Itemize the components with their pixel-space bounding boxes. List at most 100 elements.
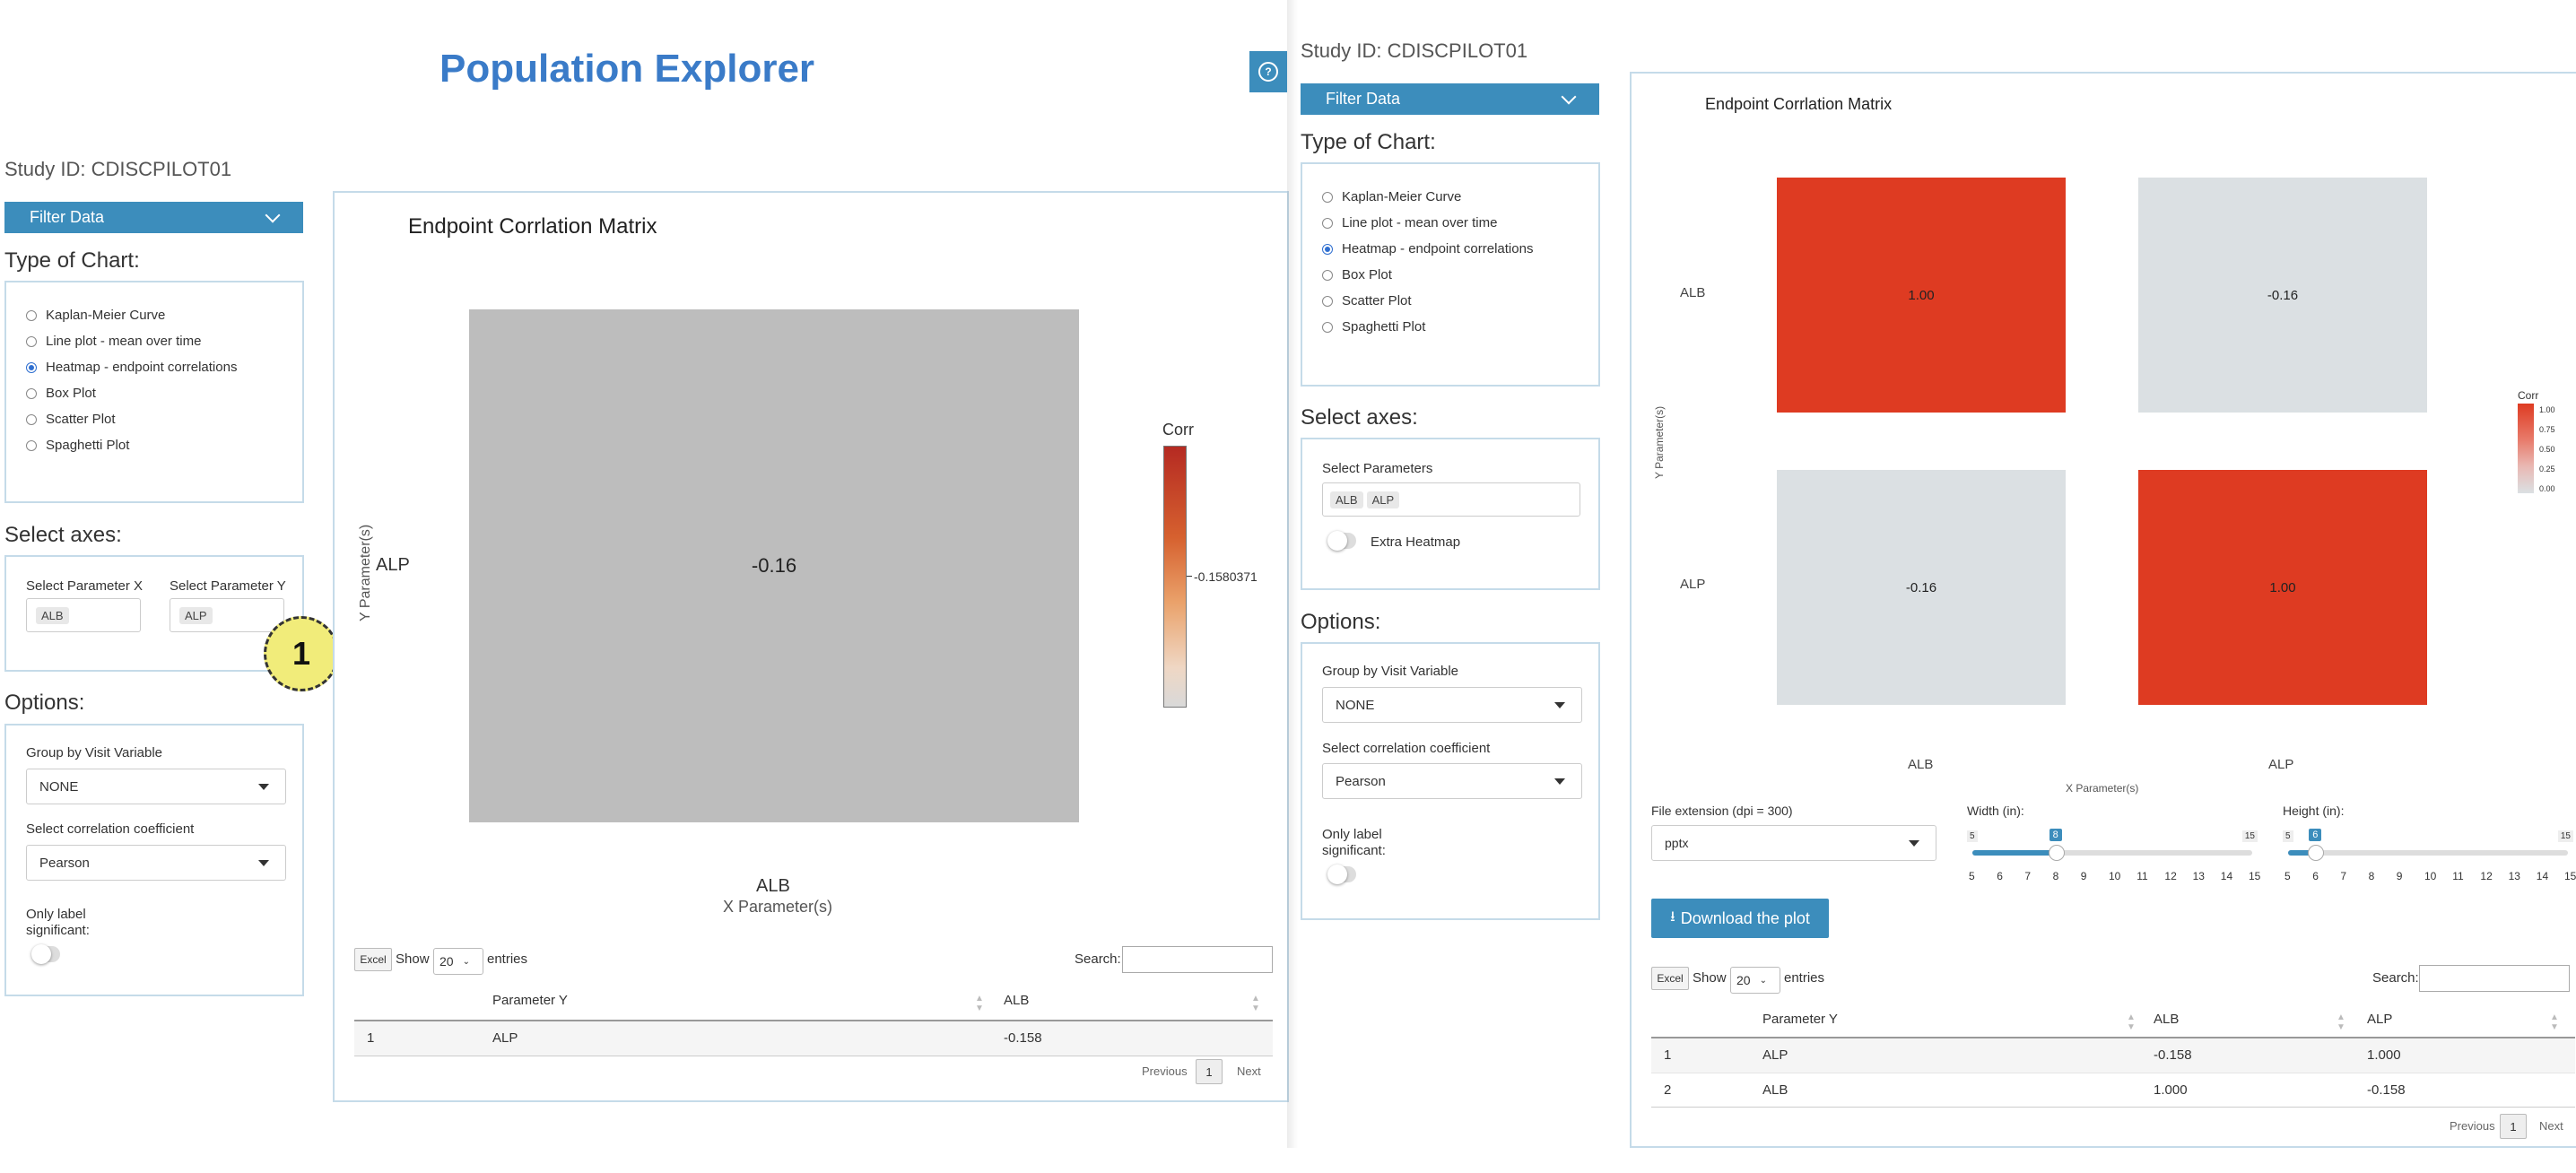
slider-value-badge: 8 — [2049, 829, 2062, 841]
width-label: Width (in): — [1967, 804, 2024, 818]
slider-min: 5 — [1967, 830, 1978, 842]
filter-data-toggle[interactable]: Filter Data — [1301, 83, 1599, 115]
legend-title: Corr — [1162, 421, 1194, 439]
search-input[interactable] — [2419, 965, 2570, 992]
pager-previous[interactable]: Previous — [1142, 1064, 1188, 1078]
filter-data-toggle[interactable]: Filter Data — [4, 202, 303, 233]
x-tick-label: ALB — [1908, 757, 1934, 772]
file-ext-select[interactable]: pptx — [1651, 825, 1936, 861]
chart-title: Endpoint Corrlation Matrix — [1705, 95, 1893, 113]
radio-line-plot[interactable]: Line plot - mean over time — [1322, 210, 1598, 236]
pager-page-1[interactable]: 1 — [1196, 1059, 1223, 1084]
group-by-label: Group by Visit Variable — [26, 745, 163, 760]
coef-select[interactable]: Pearson — [1322, 763, 1582, 799]
col-header-alb[interactable]: ALB — [2154, 1012, 2179, 1027]
radio-spaghetti-plot[interactable]: Spaghetti Plot — [26, 432, 302, 458]
slider-tick-label: 5 — [2284, 870, 2291, 882]
sort-icon[interactable]: ▲ ▼ — [2127, 1012, 2136, 1032]
group-by-select[interactable]: NONE — [26, 769, 286, 804]
col-header-parameter-y[interactable]: Parameter Y — [1762, 1012, 1838, 1027]
only-sig-label-1: Only label — [26, 907, 86, 922]
slider-max: 15 — [2241, 830, 2258, 842]
slider-handle[interactable] — [2308, 845, 2325, 861]
slider-tick-label: 14 — [2220, 870, 2233, 882]
download-label: Download the plot — [1680, 908, 1810, 927]
entries-select[interactable]: 20 ⌄ — [1730, 967, 1780, 994]
radio-icon — [1322, 217, 1333, 229]
download-plot-button[interactable]: ⭳ Download the plot — [1651, 899, 1829, 938]
sort-icon[interactable]: ▲ ▼ — [1251, 994, 1260, 1013]
radio-label: Line plot - mean over time — [1342, 215, 1498, 230]
x-axis-title: X Parameter(s) — [723, 898, 833, 916]
heatmap-cell: 1.00 — [2138, 470, 2427, 705]
radio-heatmap[interactable]: Heatmap - endpoint correlations — [26, 354, 302, 380]
y-axis-title: Y Parameter(s) — [358, 524, 373, 621]
legend-tick-label: 0.00 — [2539, 484, 2555, 493]
row-alp: -0.158 — [2367, 1082, 2406, 1098]
pager-page-1[interactable]: 1 — [2500, 1114, 2527, 1139]
radio-scatter-plot[interactable]: Scatter Plot — [1322, 288, 1598, 314]
only-sig-toggle[interactable] — [1327, 865, 1356, 884]
extra-heatmap-toggle[interactable] — [1327, 531, 1356, 551]
row-alp: 1.000 — [2367, 1047, 2401, 1063]
only-sig-toggle[interactable] — [31, 944, 60, 964]
chevron-down-icon: ⌄ — [1759, 975, 1767, 986]
pager-previous[interactable]: Previous — [2450, 1119, 2495, 1133]
sort-icon[interactable]: ▲ ▼ — [975, 994, 984, 1013]
entries-select[interactable]: 20 ⌄ — [433, 948, 483, 975]
pager-next[interactable]: Next — [1237, 1064, 1261, 1078]
param-y-label: Select Parameter Y — [170, 578, 286, 594]
radio-kaplan-meier[interactable]: Kaplan-Meier Curve — [1322, 184, 1598, 210]
legend-tick-label: 1.00 — [2539, 405, 2555, 414]
param-chip-alp[interactable]: ALP — [1366, 491, 1400, 508]
legend-value: -0.1580371 — [1194, 569, 1258, 584]
legend-colorbar — [2518, 404, 2534, 493]
radio-scatter-plot[interactable]: Scatter Plot — [26, 406, 302, 432]
params-select[interactable]: ALB ALP — [1322, 482, 1580, 517]
radio-selected-icon — [1322, 243, 1333, 255]
step-marker: 1 — [264, 616, 339, 691]
slider-tick-label: 9 — [2080, 870, 2087, 882]
only-sig-label-2: significant: — [1322, 843, 1386, 858]
slider-handle[interactable] — [2048, 845, 2065, 861]
radio-selected-icon — [26, 361, 37, 373]
pager-next[interactable]: Next — [2539, 1119, 2563, 1133]
radio-heatmap[interactable]: Heatmap - endpoint correlations — [1322, 236, 1598, 262]
param-chip-alb[interactable]: ALB — [1330, 491, 1363, 508]
help-button[interactable]: ? — [1249, 51, 1287, 92]
only-sig-label-1: Only label — [1322, 827, 1382, 842]
width-slider[interactable]: 5 15 8 5 6 7 8 9 10 11 12 13 14 15 — [1967, 827, 2261, 890]
search-input[interactable] — [1122, 946, 1273, 973]
sort-icon[interactable]: ▲ ▼ — [2337, 1012, 2345, 1032]
col-header-alp[interactable]: ALP — [2367, 1012, 2392, 1027]
table-divider — [1651, 1107, 2575, 1108]
excel-button[interactable]: Excel — [354, 948, 392, 971]
col-header-parameter-y[interactable]: Parameter Y — [492, 993, 568, 1008]
radio-label: Heatmap - endpoint correlations — [46, 360, 238, 375]
radio-kaplan-meier[interactable]: Kaplan-Meier Curve — [26, 302, 302, 328]
param-x-select[interactable]: ALB — [26, 598, 141, 632]
radio-box-plot[interactable]: Box Plot — [26, 380, 302, 406]
radio-line-plot[interactable]: Line plot - mean over time — [26, 328, 302, 354]
group-by-select[interactable]: NONE — [1322, 687, 1582, 723]
help-icon: ? — [1258, 62, 1278, 82]
col-header-alb[interactable]: ALB — [1004, 993, 1029, 1008]
legend-tick-label: 0.50 — [2539, 445, 2555, 454]
row-index: 1 — [367, 1030, 375, 1046]
height-slider[interactable]: 5 15 6 5 6 7 8 9 10 11 12 13 14 15 — [2283, 827, 2576, 890]
coef-select[interactable]: Pearson — [26, 845, 286, 881]
sort-icon[interactable]: ▲ ▼ — [2550, 1012, 2559, 1032]
row-alb: -0.158 — [2154, 1047, 2192, 1063]
slider-tick-label: 11 — [2452, 870, 2464, 882]
chevron-down-icon — [265, 207, 281, 222]
group-by-value: NONE — [39, 778, 79, 795]
excel-button[interactable]: Excel — [1651, 967, 1689, 990]
slider-tick-label: 12 — [2480, 870, 2493, 882]
slider-tick-label: 15 — [2249, 870, 2261, 882]
radio-spaghetti-plot[interactable]: Spaghetti Plot — [1322, 314, 1598, 340]
radio-box-plot[interactable]: Box Plot — [1322, 262, 1598, 288]
row-param-y: ALP — [492, 1030, 518, 1046]
param-y-select[interactable]: ALP — [170, 598, 284, 632]
param-x-chip: ALB — [36, 606, 69, 624]
chart-type-heading: Type of Chart: — [4, 248, 140, 273]
